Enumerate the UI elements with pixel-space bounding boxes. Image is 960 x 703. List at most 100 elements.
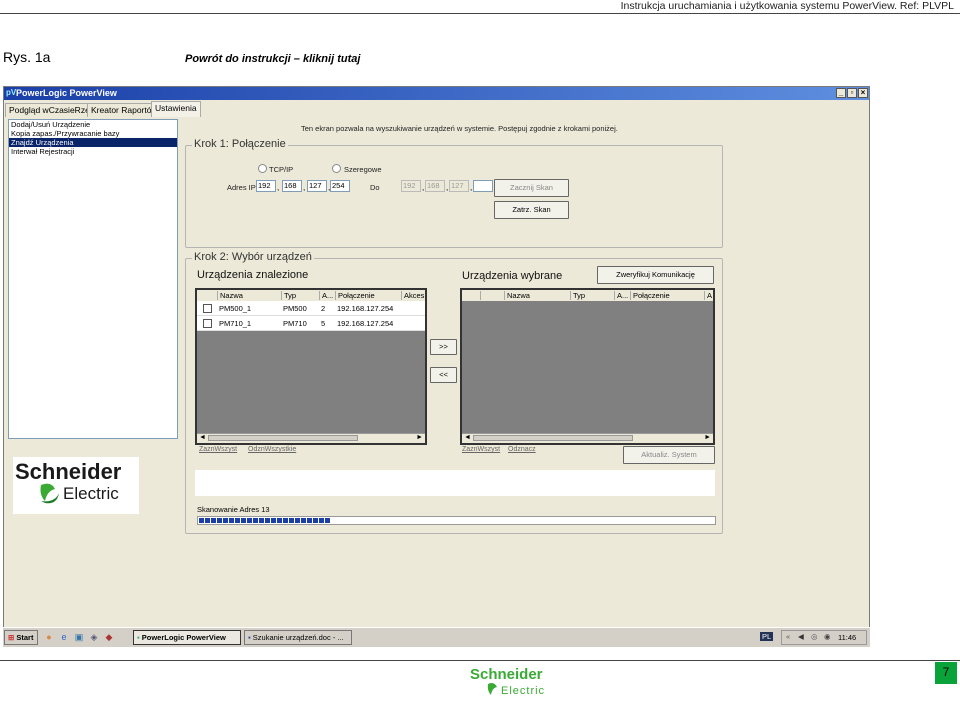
tab-settings[interactable]: Ustawienia [151, 101, 201, 117]
table-row[interactable]: PM500_1 PM500 2 192.168.127.254 [197, 301, 425, 316]
col-addr[interactable]: A... [614, 291, 628, 300]
cell-type: PM500 [283, 304, 307, 313]
cell-connection: 192.168.127.254 [337, 319, 394, 328]
ip-octet-4[interactable]: 254 [330, 180, 350, 192]
cell-type: PM710 [283, 319, 307, 328]
selected-select-all-link[interactable]: ZaznWszyst [462, 446, 500, 453]
col-addr[interactable]: A... [319, 291, 333, 300]
ip-to-octet-4[interactable] [473, 180, 493, 192]
col-name[interactable]: Nazwa [217, 291, 243, 300]
stop-scan-button[interactable]: Zatrz. Skan [494, 201, 569, 219]
footer-logo-text-schneider: Schneider [470, 666, 543, 683]
selected-deselect-link[interactable]: Odznacz [508, 446, 536, 453]
table-row[interactable]: PM710_1 PM710 5 192.168.127.254 [197, 316, 425, 331]
ip-octet-1[interactable]: 192 [256, 180, 276, 192]
col-connection[interactable]: Połączenie [630, 291, 670, 300]
logo-text-electric: Electric [63, 484, 119, 503]
found-select-all-link[interactable]: ZaznWszyst [199, 446, 237, 453]
selected-grid-hscrollbar[interactable]: ◄ ► [462, 433, 713, 443]
update-system-button[interactable]: Aktualiz. System [623, 446, 715, 464]
firefox-icon[interactable]: ● [43, 631, 55, 643]
start-button[interactable]: ⊞ Start [4, 630, 38, 645]
intro-text: Ten ekran pozwala na wyszukiwanie urządz… [301, 124, 618, 133]
desktop-icon[interactable]: ▣ [73, 631, 85, 643]
step2-title: Krok 2: Wybór urządzeń [192, 251, 314, 263]
window-titlebar[interactable]: pV PowerLogic PowerView _ ▫ × [4, 87, 869, 100]
network-icon[interactable]: ◎ [811, 632, 818, 641]
ip-to-label: Do [370, 183, 380, 192]
ie-icon[interactable]: e [58, 631, 70, 643]
cell-addr: 2 [321, 304, 326, 313]
schneider-electric-logo: Schneider Electric [13, 457, 139, 514]
start-label: Start [16, 633, 34, 642]
ip-address-label: Adres IP [227, 183, 256, 192]
row-checkbox[interactable] [203, 319, 212, 328]
scroll-right-icon[interactable]: ► [416, 434, 423, 441]
window-title: PowerLogic PowerView [16, 88, 117, 98]
pv-logo-icon: ▪ [137, 633, 140, 642]
menu-item-add-remove-device[interactable]: Dodaj/Usuń Urządzenie [9, 120, 177, 129]
back-to-instructions-link[interactable]: Powrót do instrukcji – kliknij tutaj [185, 53, 360, 65]
figure-label: Rys. 1a [3, 49, 51, 65]
menu-item-logging-interval[interactable]: Interwał Rejestracji [9, 147, 177, 156]
selected-devices-heading: Urządzenia wybrane [462, 270, 563, 282]
clock[interactable]: 11:46 [838, 633, 856, 642]
col-connection[interactable]: Połączenie [335, 291, 375, 300]
minimize-button[interactable]: _ [836, 88, 846, 98]
restore-button[interactable]: ▫ [847, 88, 857, 98]
ip-octet-2[interactable]: 168 [282, 180, 302, 192]
scan-progress-bar [197, 516, 716, 525]
col-type[interactable]: Typ [281, 291, 296, 300]
scroll-thumb[interactable] [473, 435, 633, 441]
tab-strip: Podgląd wCzasieRzecz Kreator Raportów Us… [4, 101, 869, 117]
radio-serial-label: Szeregowe [344, 165, 382, 174]
scroll-left-icon[interactable]: ◄ [464, 434, 471, 441]
volume-icon[interactable]: ◀ [798, 632, 804, 641]
found-grid-hscrollbar[interactable]: ◄ ► [197, 433, 425, 443]
radio-tcpip[interactable] [258, 164, 267, 173]
document-header: Instrukcja uruchamiania i użytkowania sy… [620, 0, 954, 12]
col-name[interactable]: Nazwa [504, 291, 530, 300]
ip-to-octet-3: 127 [449, 180, 469, 192]
cell-name: PM710_1 [219, 319, 252, 328]
scan-progress-fill [199, 518, 332, 523]
taskbar: ⊞ Start ● e ▣ ◈ ◆ ▪ PowerLogic PowerView… [3, 627, 870, 647]
app-shortcut-icon[interactable]: ◈ [88, 631, 100, 643]
col-access[interactable]: Akces [401, 291, 424, 300]
col-access[interactable]: A [704, 291, 712, 300]
found-devices-heading: Urządzenia znalezione [197, 269, 309, 281]
logo-swoosh-icon [40, 483, 59, 504]
scan-status-text: Skanowanie Adres 13 [197, 505, 270, 514]
language-indicator[interactable]: PL [760, 632, 774, 641]
ip-octet-3[interactable]: 127 [307, 180, 327, 192]
remove-device-button[interactable]: << [430, 367, 457, 383]
radio-tcpip-label: TCP/IP [269, 165, 294, 174]
footer-rule [0, 660, 960, 661]
cell-connection: 192.168.127.254 [337, 304, 394, 313]
row-checkbox[interactable] [203, 304, 212, 313]
found-grid-header: Nazwa Typ A... Połączenie Akces [197, 290, 425, 301]
col-type[interactable]: Typ [570, 291, 585, 300]
taskbar-item-powerview[interactable]: ▪ PowerLogic PowerView [133, 630, 241, 645]
selected-devices-grid: Nazwa Typ A... Połączenie A ◄ ► [460, 288, 715, 445]
found-deselect-all-link[interactable]: OdznWszystkie [248, 446, 296, 453]
scroll-thumb[interactable] [208, 435, 358, 441]
cell-addr: 5 [321, 319, 326, 328]
selected-grid-header: Nazwa Typ A... Połączenie A [462, 290, 713, 301]
close-button[interactable]: × [858, 88, 868, 98]
start-scan-button[interactable]: Zacznij Skan [494, 179, 569, 197]
add-device-button[interactable]: >> [430, 339, 457, 355]
system-tray: PL « ◀ ◎ ◉ 11:46 [760, 630, 867, 645]
menu-item-backup-restore[interactable]: Kopia zapas./Przywracanie bazy [9, 129, 177, 138]
tray-arrow-icon[interactable]: « [786, 632, 790, 641]
security-icon[interactable]: ◉ [824, 632, 831, 641]
menu-item-find-devices[interactable]: Znajdź Urządzenia [9, 138, 177, 147]
app-window: pV PowerLogic PowerView _ ▫ × Podgląd wC… [3, 86, 870, 647]
step1-title: Krok 1: Połączenie [192, 138, 288, 150]
pdf-icon[interactable]: ◆ [103, 631, 115, 643]
scroll-right-icon[interactable]: ► [704, 434, 711, 441]
radio-serial[interactable] [332, 164, 341, 173]
verify-communication-button[interactable]: Zweryfikuj Komunikację [597, 266, 714, 284]
scroll-left-icon[interactable]: ◄ [199, 434, 206, 441]
taskbar-item-word-doc[interactable]: ▪ Szukanie urządzeń.doc - ... [244, 630, 352, 645]
